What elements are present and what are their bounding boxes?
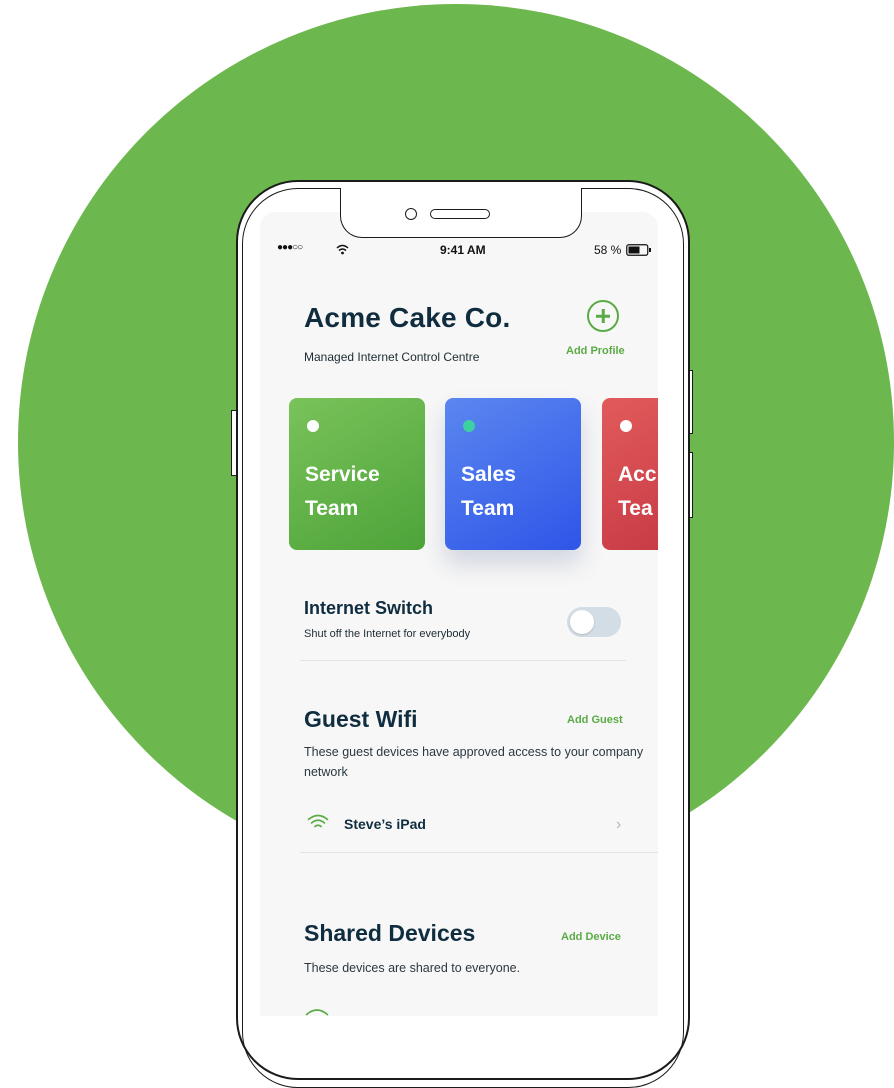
- battery-percentage: 58 %: [594, 243, 622, 257]
- status-dot: [463, 420, 475, 432]
- status-time: 9:41 AM: [440, 243, 486, 257]
- team-card-sales[interactable]: Sales Team: [445, 398, 581, 550]
- chevron-right-icon: ›: [616, 816, 622, 833]
- toggle-knob: [570, 610, 594, 634]
- signal-strength: ●●●○○: [277, 242, 303, 253]
- speaker-icon: [430, 209, 490, 219]
- team-card-service[interactable]: Service Team: [289, 398, 425, 550]
- page-subtitle: Managed Internet Control Centre: [304, 350, 480, 364]
- section-divider: [300, 660, 626, 661]
- device-name: Steve’s iPad: [344, 816, 426, 832]
- add-device-button[interactable]: Add Device: [561, 931, 621, 943]
- guest-wifi-title: Guest Wifi: [304, 706, 418, 732]
- internet-switch-toggle[interactable]: [567, 607, 621, 637]
- add-profile-icon[interactable]: [587, 300, 619, 332]
- page-title: Acme Cake Co.: [304, 302, 511, 333]
- camera-icon: [405, 208, 417, 220]
- shared-devices-description: These devices are shared to everyone.: [304, 961, 521, 975]
- status-dot: [620, 420, 632, 432]
- shared-devices-title: Shared Devices: [304, 920, 476, 946]
- team-card-accounts[interactable]: Acc Tea: [602, 398, 658, 550]
- add-guest-button[interactable]: Add Guest: [567, 714, 623, 726]
- device-icon: [305, 1009, 329, 1016]
- add-profile-button[interactable]: Add Profile: [566, 345, 625, 357]
- battery-icon: [626, 244, 651, 256]
- team-card-label: Sales Team: [461, 463, 516, 520]
- team-card-label: Acc Tea: [618, 463, 657, 520]
- internet-switch-description: Shut off the Internet for everybody: [304, 628, 471, 640]
- wifi-icon: [307, 814, 329, 828]
- team-card-label: Service Team: [305, 463, 380, 520]
- section-divider: [300, 852, 658, 853]
- status-dot: [307, 420, 319, 432]
- wifi-status-icon: [336, 244, 349, 255]
- internet-switch-title: Internet Switch: [304, 598, 434, 618]
- guest-wifi-description: These guest devices have approved access…: [304, 745, 644, 779]
